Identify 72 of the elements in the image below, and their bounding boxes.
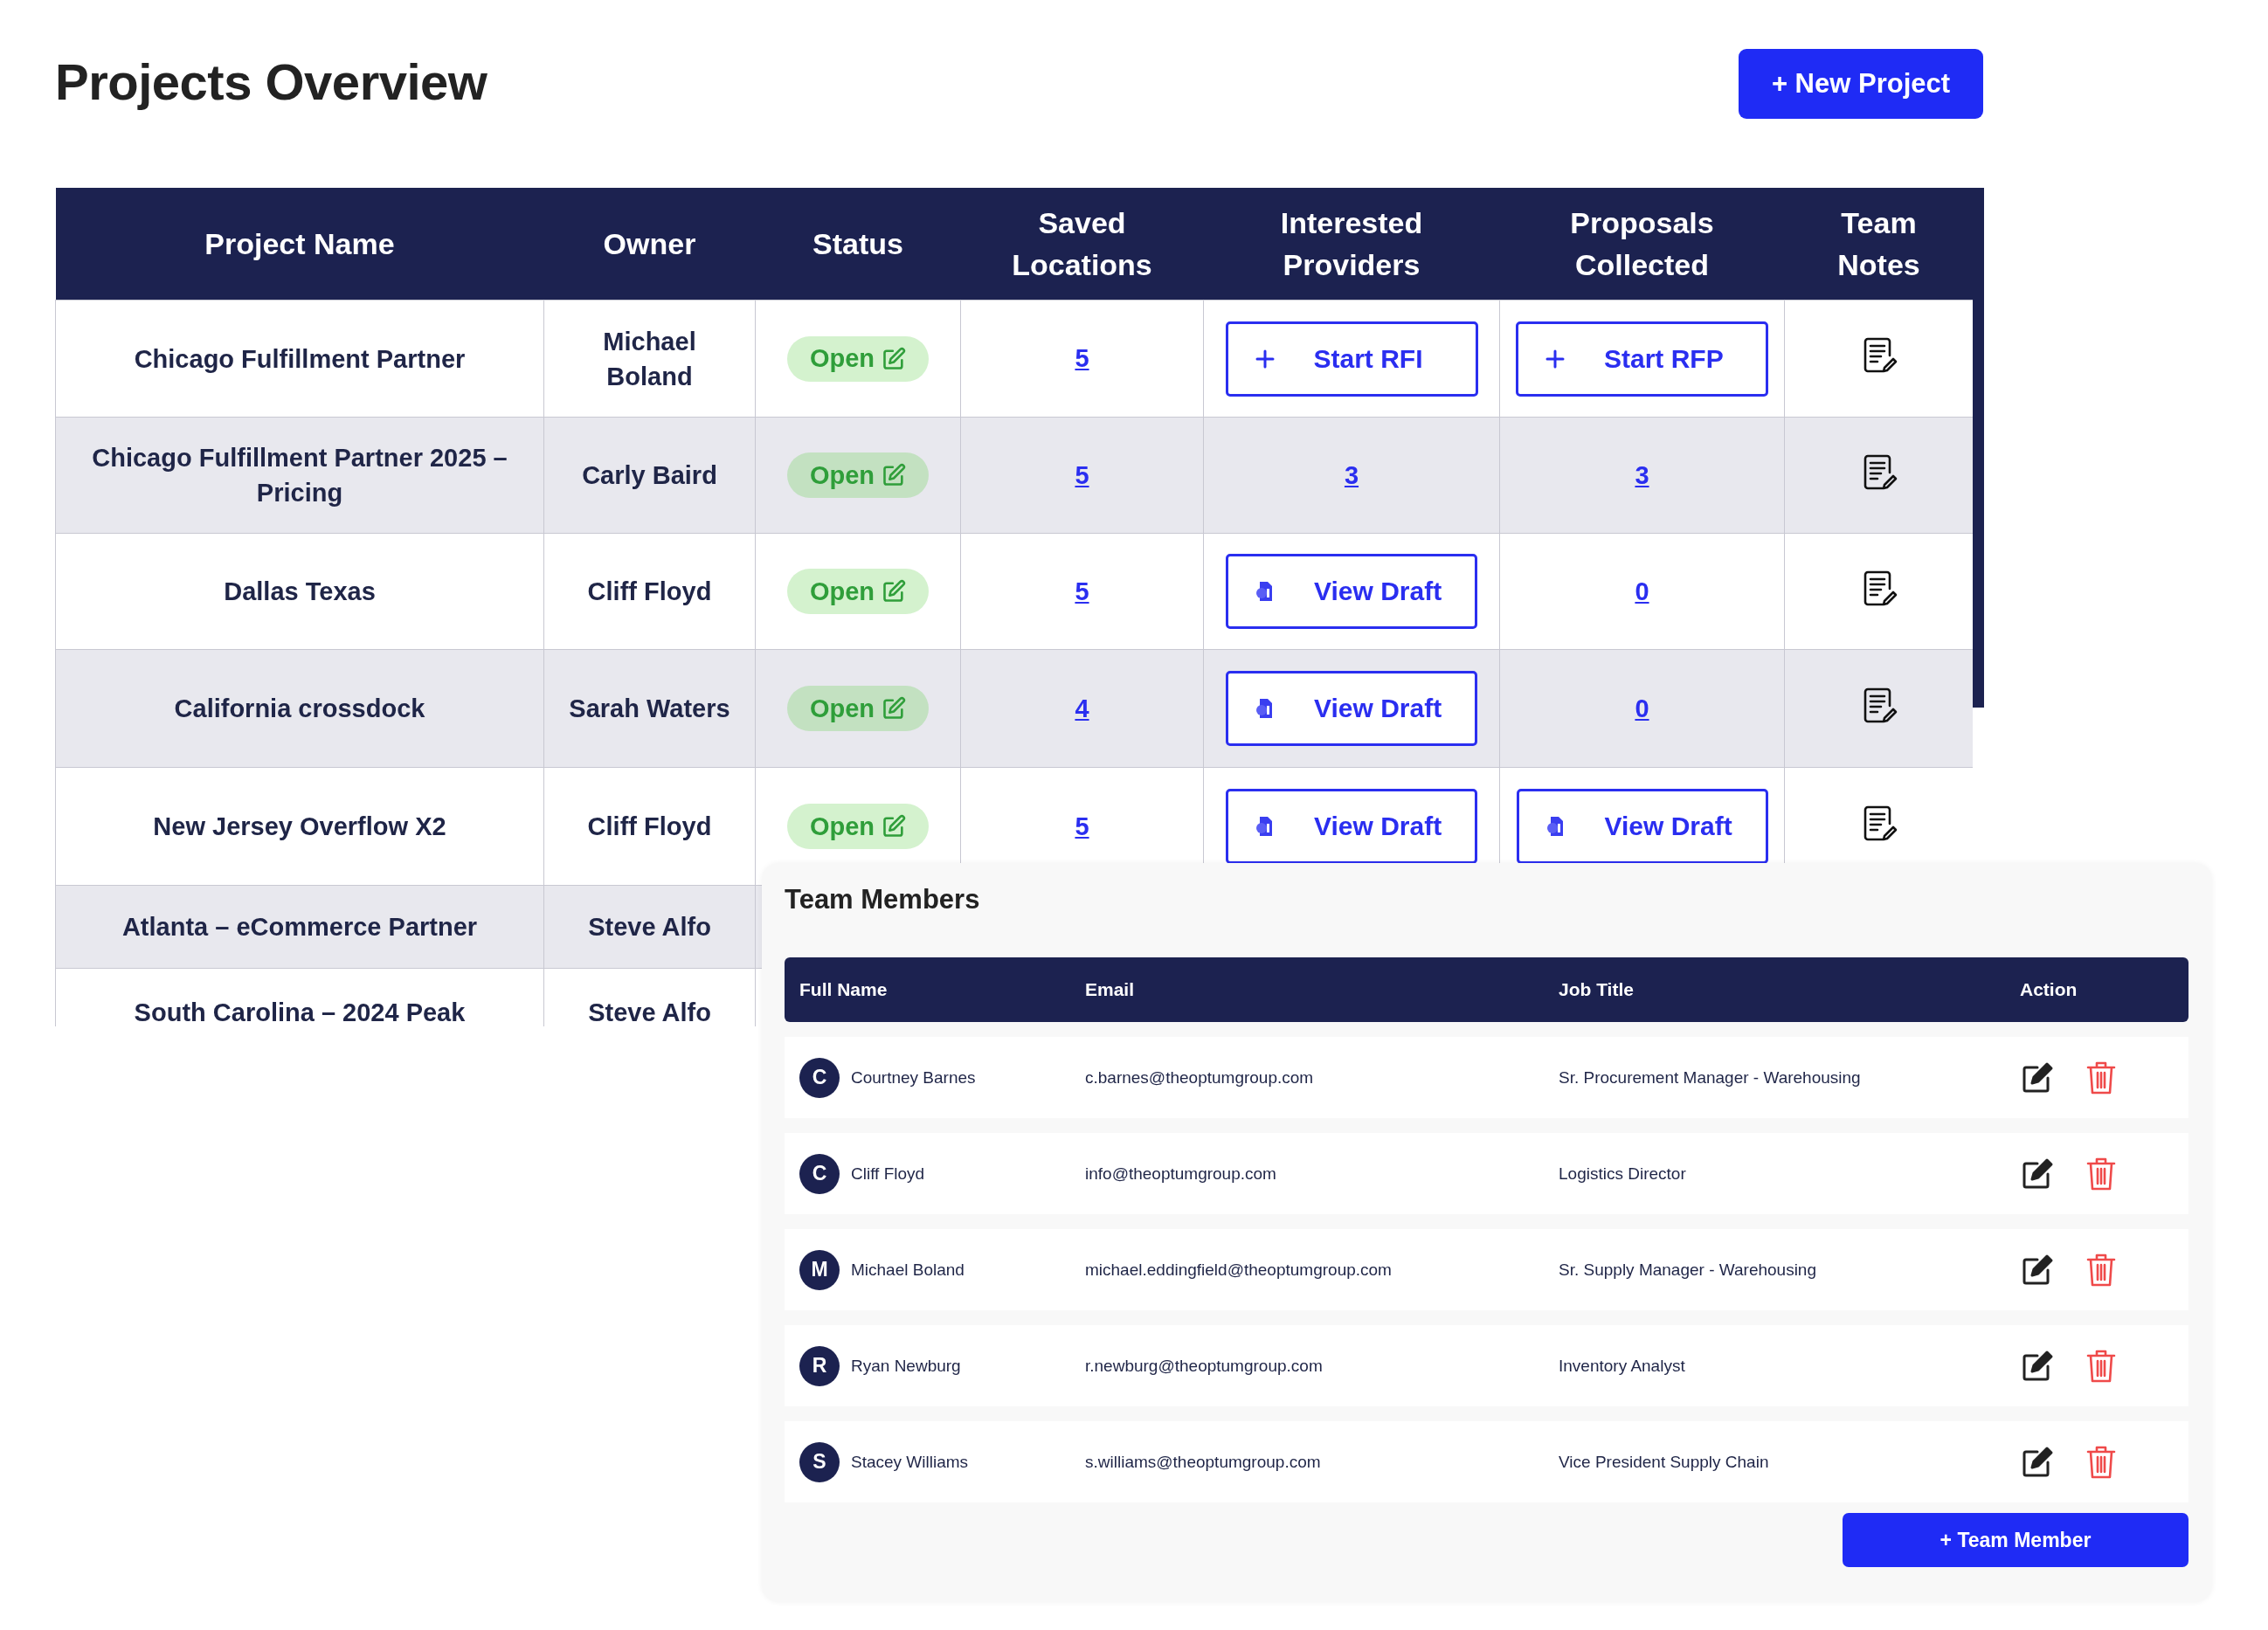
panel-title: Team Members (785, 884, 981, 915)
project-name: New Jersey Overflow X2 (153, 812, 446, 840)
member-email: s.williams@theoptumgroup.com (1085, 1452, 1322, 1472)
owner-name: Cliff Floyd (587, 812, 712, 842)
owner-name: Steve Alfo (588, 912, 711, 943)
job-title: Logistics Director (1559, 1164, 1687, 1184)
owner-name: Cliff Floyd (587, 577, 712, 607)
job-title: Sr. Supply Manager - Warehousing (1559, 1260, 1817, 1280)
view-draft-button[interactable]: View Draft (1516, 789, 1768, 864)
column-header: Action (2020, 979, 2078, 1000)
trash-icon[interactable] (2086, 1348, 2116, 1384)
job-title: Sr. Procurement Manager - Warehousing (1559, 1067, 1862, 1088)
avatar: M (799, 1249, 840, 1290)
count-link[interactable]: 5 (1075, 344, 1089, 372)
member-name: Ryan Newburg (851, 1356, 961, 1376)
owner-name: Sarah Waters (569, 694, 730, 724)
trash-icon[interactable] (2086, 1156, 2116, 1191)
avatar: C (799, 1057, 840, 1098)
member-name: Cliff Floyd (851, 1164, 925, 1184)
plus-icon (1254, 348, 1276, 370)
plus-icon (1545, 348, 1566, 370)
column-header: Status (755, 188, 961, 300)
column-header: Full Name (799, 979, 889, 1000)
member-email: info@theoptumgroup.com (1085, 1164, 1277, 1184)
count-link[interactable]: 4 (1075, 694, 1089, 722)
add-team-member-button[interactable]: + Team Member (1843, 1513, 2188, 1567)
member-name: Michael Boland (851, 1260, 965, 1280)
new-project-button[interactable]: + New Project (1739, 49, 1983, 119)
job-title: Vice President Supply Chain (1559, 1452, 1770, 1472)
project-name: South Carolina – 2024 Peak (134, 998, 466, 1026)
count-link[interactable]: 3 (1635, 460, 1649, 489)
start-button[interactable]: Start RFI (1225, 321, 1478, 397)
project-name: Dallas Texas (224, 577, 376, 605)
count-link[interactable]: 5 (1075, 812, 1089, 840)
owner-name: Carly Baird (582, 460, 717, 491)
column-header: Proposals Collected (1499, 188, 1785, 300)
member-name: Stacey Williams (851, 1452, 969, 1472)
page-title: Projects Overview (55, 52, 487, 111)
column-header: Saved Locations (960, 188, 1204, 300)
trash-icon[interactable] (2086, 1252, 2116, 1288)
member-email: michael.eddingfield@theoptumgroup.com (1085, 1260, 1393, 1280)
count-link[interactable]: 5 (1075, 460, 1089, 489)
scrollbar-thumb[interactable] (1973, 188, 1984, 708)
project-name: Atlanta – eCommerce Partner (121, 913, 478, 941)
count-link[interactable]: 0 (1635, 577, 1649, 605)
avatar: S (799, 1441, 840, 1482)
project-name: California crossdock (174, 694, 425, 722)
count-link[interactable]: 3 (1344, 460, 1359, 489)
column-header: Project Name (55, 188, 544, 300)
member-email: r.newburg@theoptumgroup.com (1085, 1356, 1324, 1376)
view-draft-button[interactable]: View Draft (1226, 789, 1477, 864)
count-link[interactable]: 5 (1075, 577, 1089, 605)
count-link[interactable]: 0 (1635, 694, 1649, 722)
start-button[interactable]: Start RFP (1516, 321, 1768, 397)
member-name: Courtney Barnes (851, 1067, 976, 1088)
owner-name: Michael Boland (602, 326, 697, 392)
project-name: Chicago Fulfillment Partner 2025 – Pricing (92, 444, 508, 507)
column-header: Owner (543, 188, 756, 300)
view-draft-button[interactable]: View Draft (1226, 554, 1477, 629)
column-header: Email (1085, 979, 1136, 1000)
member-email: c.barnes@theoptumgroup.com (1085, 1067, 1315, 1088)
column-header: Job Title (1559, 979, 1635, 1000)
owner-name: Steve Alfo (588, 997, 711, 1026)
view-draft-button[interactable]: View Draft (1226, 671, 1477, 746)
avatar: R (799, 1345, 840, 1386)
job-title: Inventory Analyst (1559, 1356, 1686, 1376)
project-name: Chicago Fulfillment Partner (134, 344, 466, 373)
column-header: Interested Providers (1203, 188, 1500, 300)
avatar: C (799, 1153, 840, 1194)
trash-icon[interactable] (2086, 1060, 2116, 1095)
trash-icon[interactable] (2086, 1444, 2116, 1480)
column-header: Team Notes (1784, 188, 1973, 300)
